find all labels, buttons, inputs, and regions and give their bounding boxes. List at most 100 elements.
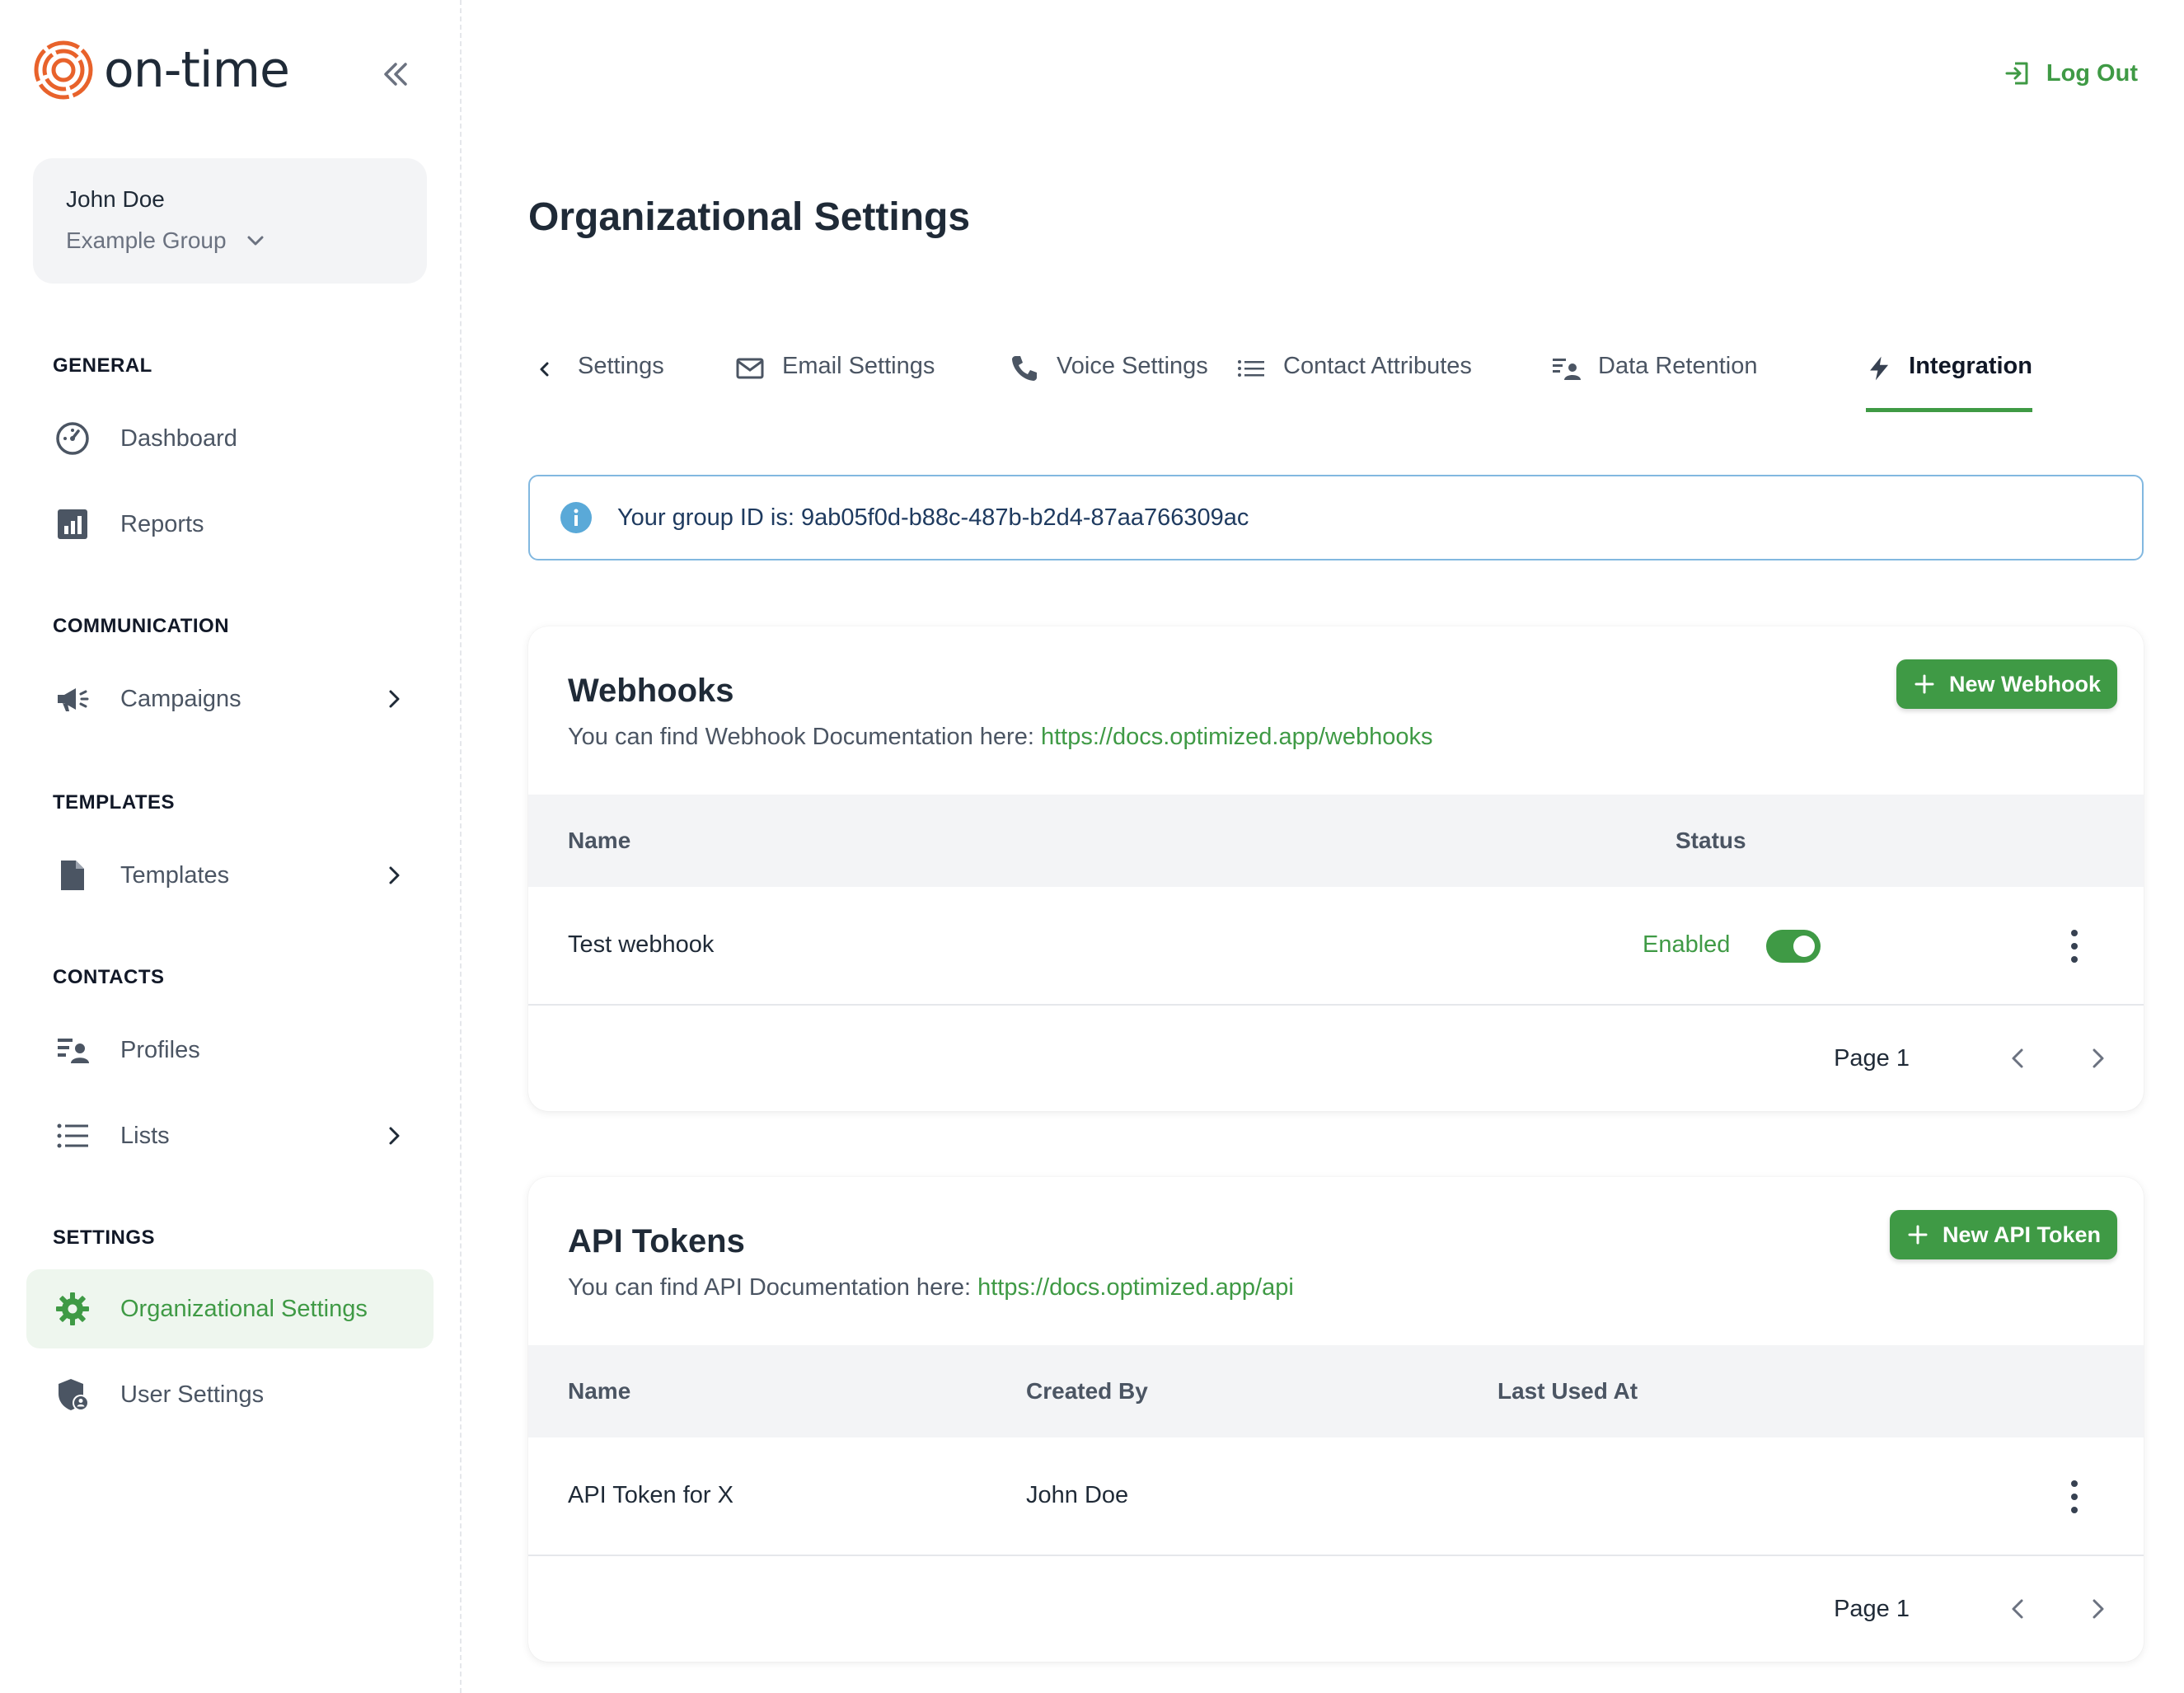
chevron-down-icon [247,236,264,246]
tab-voice-settings[interactable]: Voice Settings [1009,330,1208,412]
user-name: John Doe [66,186,165,212]
section-title-communication: COMMUNICATION [53,615,230,637]
sidebar-item-lists[interactable]: Lists [26,1096,434,1175]
token-created-by: John Doe [1026,1482,1129,1508]
api-tokens-card: API Tokens You can find API Documentatio… [528,1177,2144,1662]
new-webhook-label: New Webhook [1948,671,2101,696]
plus-icon [1908,1225,1928,1245]
tab-email-settings[interactable]: Email Settings [734,330,935,412]
chevron-right-icon [389,1127,400,1145]
sidebar: on-time John Doe Example Group GENERAL D… [0,0,462,1693]
section-title-general: GENERAL [53,354,152,377]
phone-icon [1012,356,1037,381]
webhook-name: Test webhook [568,931,715,958]
prev-page-button[interactable] [2002,1592,2035,1625]
api-docs-link[interactable]: https://docs.optimized.app/api [977,1274,1294,1301]
tab-data-retention[interactable]: Data Retention [1550,330,1757,412]
section-title-contacts: CONTACTS [53,966,165,988]
tab-label: Contact Attributes [1283,353,1472,379]
collapse-sidebar-icon[interactable] [379,58,412,91]
column-status: Status [1675,828,1746,853]
chevron-left-icon [2012,1048,2023,1068]
section-title-templates: TEMPLATES [53,791,176,814]
tab-integration[interactable]: Integration [1866,330,2032,412]
api-tokens-pagination: Page 1 [1834,1592,2114,1625]
group-id-text[interactable]: Your group ID is: 9ab05f0d-b88c-487b-b2d… [617,504,1249,532]
webhooks-card: Webhooks You can find Webhook Documentat… [528,626,2144,1111]
tab-settings[interactable]: Settings [528,330,664,412]
list-icon [1238,360,1264,377]
chevron-left-icon [540,362,549,377]
lightning-icon [1870,356,1889,381]
webhooks-description-text: You can find Webhook Documentation here: [568,724,1041,750]
sidebar-item-label: Campaigns [120,685,241,712]
row-menu-kebab-icon[interactable] [2066,930,2083,963]
sidebar-item-label: Reports [120,510,204,537]
chevron-left-icon [2012,1599,2023,1619]
row-menu-kebab-icon[interactable] [2066,1480,2083,1513]
table-row: Test webhook Enabled [528,887,2144,1006]
document-icon [54,857,91,893]
sidebar-item-campaigns[interactable]: Campaigns [26,659,434,739]
column-last-used-at: Last Used At [1497,1378,1638,1404]
brand-name: on-time [104,41,290,99]
next-page-button[interactable] [2081,1592,2114,1625]
mail-icon [736,358,764,379]
group-id-alert: Your group ID is: 9ab05f0d-b88c-487b-b2d… [528,475,2144,560]
column-created-by: Created By [1026,1378,1148,1404]
sidebar-item-label: Lists [120,1122,170,1149]
tab-label: Voice Settings [1057,353,1208,379]
api-tokens-description-text: You can find API Documentation here: [568,1274,978,1301]
sidebar-item-organizational-settings[interactable]: Organizational Settings [26,1269,434,1348]
webhooks-docs-link[interactable]: https://docs.optimized.app/webhooks [1041,724,1433,750]
webhook-enabled-toggle[interactable] [1766,930,1821,963]
new-webhook-button[interactable]: New Webhook [1896,659,2117,709]
new-api-token-label: New API Token [1942,1222,2101,1247]
page-title: Organizational Settings [528,195,971,239]
sidebar-item-label: User Settings [120,1381,265,1408]
webhooks-pagination: Page 1 [1834,1042,2114,1075]
new-api-token-button[interactable]: New API Token [1889,1210,2117,1259]
table-row: API Token for X John Doe [528,1437,2144,1556]
main-content: Log Out Organizational Settings Settings… [463,0,2184,1693]
list-icon [54,1118,91,1154]
profiles-icon [1553,359,1581,380]
next-page-button[interactable] [2081,1042,2114,1075]
api-tokens-description: You can find API Documentation here: htt… [568,1274,1294,1301]
tab-contact-attributes[interactable]: Contact Attributes [1235,330,1472,412]
tab-label: Integration [1909,353,2032,379]
sidebar-item-label: Templates [120,861,230,889]
sidebar-item-label: Organizational Settings [120,1295,368,1322]
info-icon [560,502,592,533]
sidebar-item-profiles[interactable]: Profiles [26,1011,434,1090]
settings-tabs: Settings Email Settings Voice Settings C… [528,330,2144,412]
megaphone-icon [54,681,91,717]
gauge-icon [54,420,91,457]
tab-label: Settings [578,353,664,379]
page-indicator: Page 1 [1834,1044,1910,1072]
sidebar-item-user-settings[interactable]: User Settings [26,1355,434,1434]
sidebar-item-templates[interactable]: Templates [26,836,434,915]
profiles-icon [54,1032,91,1068]
chart-icon [54,506,91,542]
logout-icon [2005,62,2028,85]
column-name: Name [568,828,631,853]
sidebar-item-dashboard[interactable]: Dashboard [26,399,434,478]
chevron-right-icon [2093,1599,2104,1619]
user-switcher[interactable]: John Doe Example Group [33,158,427,284]
tab-label: Data Retention [1598,353,1758,379]
sidebar-item-reports[interactable]: Reports [26,485,434,564]
on-time-logo-icon [34,40,93,100]
chevron-right-icon [2093,1048,2104,1068]
logout-button[interactable]: Log Out [2004,59,2138,87]
prev-page-button[interactable] [2002,1042,2035,1075]
webhook-status: Enabled [1643,931,1731,958]
sidebar-item-label: Profiles [120,1036,200,1063]
api-tokens-table-header: Name Created By Last Used At [528,1345,2144,1437]
user-group-row: Example Group [66,227,394,254]
gear-icon [54,1291,91,1327]
column-name: Name [568,1378,631,1404]
tab-label: Email Settings [782,353,935,379]
page-indicator: Page 1 [1834,1595,1910,1622]
brand-logo[interactable]: on-time [33,40,290,101]
